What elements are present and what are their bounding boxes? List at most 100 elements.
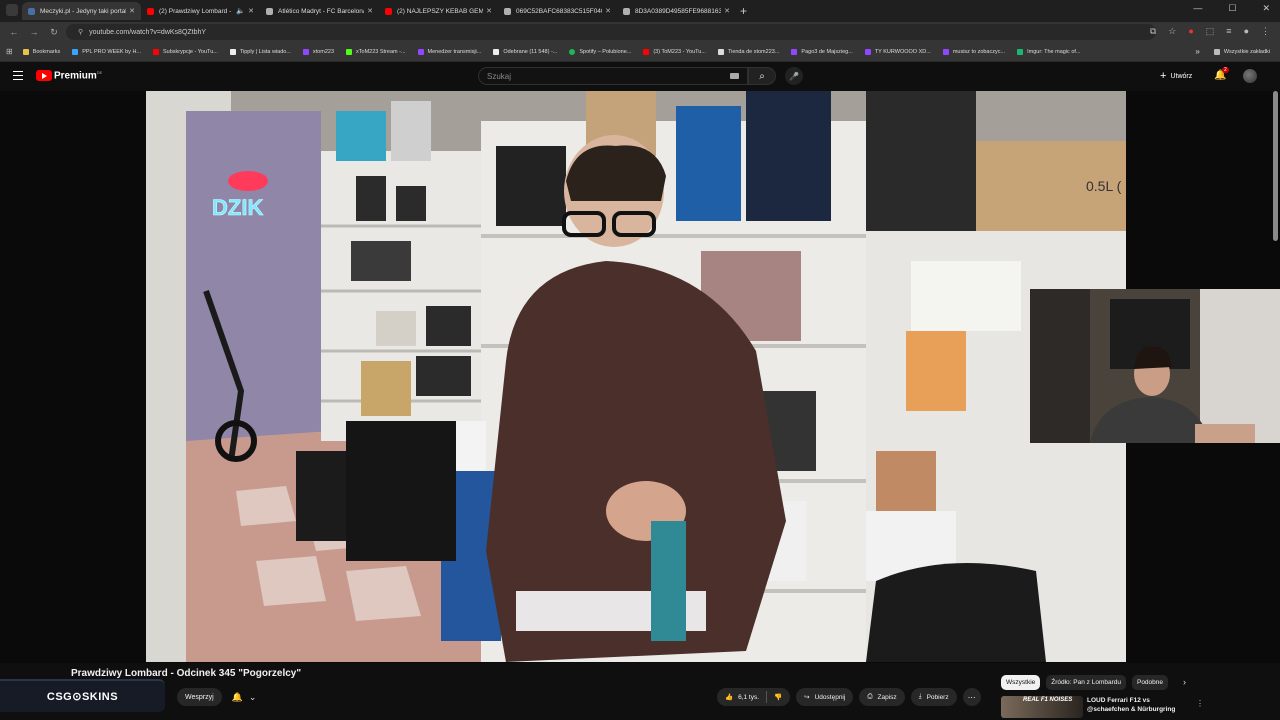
like-count: 6,1 tys. (738, 693, 760, 701)
neon-sign-text: DZIK (212, 195, 263, 220)
bookmark-item[interactable]: PPL PRO WEEK by H... (72, 48, 141, 55)
bookmarks-bar: ⊞ Bookmarks PPL PRO WEEK by H... Subskry… (0, 42, 1280, 62)
support-button[interactable]: Wesprzyj (177, 688, 222, 706)
related-filter-chips: Wszystkie Źródło: Pan z Lombardu Podobne (1001, 675, 1169, 690)
recommended-video[interactable]: REAL F1 NOISES LOUD Ferrari F12 vs @scha… (1001, 694, 1280, 718)
search-button[interactable]: ⌕ (748, 67, 776, 85)
youtube-logo-icon[interactable] (36, 70, 52, 81)
extensions-puzzle-icon[interactable]: ⬚ (1206, 26, 1215, 37)
bookmark-item[interactable]: Pago3 de Majszieg... (791, 48, 853, 55)
bookmark-item[interactable]: Imgur: The magic of... (1017, 48, 1081, 55)
notifications-toggle[interactable]: 🔔 ⌄ (228, 688, 260, 706)
menu-icon[interactable] (13, 71, 23, 80)
forward-icon[interactable]: → (28, 27, 40, 37)
tab-favicon-icon (28, 7, 35, 15)
tab-title: 8D3A0389D49585FE96881638 (635, 7, 722, 15)
site-info-icon[interactable]: ⚲ (78, 28, 83, 36)
url-field[interactable]: ⚲ youtube.com/watch?v=dwKs8QZtbhY (66, 24, 1156, 40)
maximize-icon[interactable]: ☐ (1228, 3, 1236, 14)
region-code: DE (96, 70, 103, 75)
save-button[interactable]: ⎙ Zapisz (859, 688, 905, 706)
close-tab-icon[interactable]: ✕ (486, 7, 492, 15)
bookmark-favicon-icon (153, 48, 160, 55)
mute-tab-icon[interactable]: 🔈 (236, 7, 245, 15)
bookmark-favicon-icon (864, 48, 871, 55)
bookmark-item[interactable]: musisz to zobaczyc... (942, 48, 1005, 55)
thumbs-down-icon[interactable]: 👎 (774, 693, 782, 701)
bookmark-item[interactable]: (3) ToM223 - YouTu... (643, 48, 706, 55)
video-frame[interactable]: DZIK 0.5L ( (146, 91, 1126, 662)
more-actions-button[interactable]: ⋯ (962, 688, 981, 706)
share-icon: ↪ (804, 694, 810, 701)
minimize-icon[interactable]: — (1193, 3, 1202, 14)
apps-grid-icon[interactable]: ⊞ (6, 47, 13, 56)
bookmark-star-icon[interactable]: ☆ (1168, 26, 1176, 37)
bookmark-favicon-icon (493, 48, 500, 55)
close-tab-icon[interactable]: ✕ (367, 7, 373, 15)
bookmark-item[interactable]: Tienda de xtom223... (717, 48, 779, 55)
profile-icon[interactable]: ● (1244, 26, 1249, 37)
close-tab-icon[interactable]: ✕ (724, 7, 730, 15)
browser-menu-icon[interactable]: ⋮ (1261, 26, 1270, 37)
bookmark-item[interactable]: Bookmarks (22, 48, 60, 55)
chevron-right-icon[interactable]: › (1183, 677, 1186, 687)
like-button[interactable]: 👍 6,1 tys. 👎 (717, 688, 791, 706)
media-control-icon[interactable]: ≡ (1226, 26, 1231, 37)
share-button[interactable]: ↪ Udostępnij (796, 688, 854, 706)
folder-icon (1213, 48, 1220, 55)
bookmark-favicon-icon (22, 48, 29, 55)
browser-tab[interactable]: (2) Prawdziwy Lombard - O 🔈 ✕ (141, 2, 260, 20)
keyboard-icon[interactable] (730, 73, 739, 79)
chip-source[interactable]: Źródło: Pan z Lombardu (1046, 675, 1126, 690)
page-scrollbar[interactable] (1273, 91, 1278, 241)
avatar[interactable] (1243, 69, 1257, 83)
bookmark-item[interactable]: xToM223 Stream -... (346, 48, 406, 55)
search-input[interactable]: Szukaj (478, 67, 748, 85)
search-icon: ⌕ (759, 70, 765, 82)
all-bookmarks-folder[interactable]: Wszystkie zakładki (1213, 48, 1270, 55)
browser-tab[interactable]: Atlético Madryt - FC Barcelona ✕ (260, 2, 379, 20)
recommended-video-title[interactable]: LOUD Ferrari F12 vs @schaefchen & Nürbur… (1087, 696, 1187, 714)
bookmark-item[interactable]: Tipply | Lista wiado... (229, 48, 291, 55)
tab-title: 069C52BAFC68383C515F04028 (516, 7, 602, 15)
toolbar-extensions: ⧉ ☆ ● ⬚ ≡ ● ⋮ (1150, 26, 1270, 37)
webcam-scene (1030, 289, 1280, 443)
more-bookmarks-icon[interactable]: » (1195, 47, 1199, 56)
more-vertical-icon[interactable]: ⋮ (1196, 699, 1204, 708)
close-window-icon[interactable]: ✕ (1262, 3, 1270, 14)
chip-similar[interactable]: Podobne (1131, 675, 1169, 690)
bell-icon: 🔔 (231, 691, 243, 702)
reload-icon[interactable]: ↻ (48, 27, 60, 38)
tab-search-icon[interactable] (6, 4, 18, 16)
browser-tab[interactable]: 069C52BAFC68383C515F04028 ✕ (498, 2, 617, 20)
bookmark-favicon-icon (417, 48, 424, 55)
extension-icon[interactable]: ● (1188, 26, 1193, 37)
voice-search-button[interactable]: 🎤 (785, 67, 803, 85)
create-button[interactable]: + Utwórz (1160, 69, 1192, 83)
more-horizontal-icon: ⋯ (967, 692, 976, 702)
install-app-icon[interactable]: ⧉ (1150, 26, 1156, 37)
download-button[interactable]: ⤓ Pobierz (910, 688, 957, 706)
video-actions: 👍 6,1 tys. 👎 ↪ Udostępnij ⎙ Zapisz ⤓ Pob… (717, 688, 981, 706)
close-tab-icon[interactable]: ✕ (248, 7, 254, 15)
browser-tab[interactable]: (2) NAJLEPSZY KEBAB GEMÜSE ✕ (379, 2, 498, 20)
bookmark-item[interactable]: xtom223 (302, 48, 334, 55)
streamer-webcam-overlay (1030, 289, 1280, 443)
video-thumbnail[interactable]: REAL F1 NOISES (1001, 696, 1083, 718)
close-tab-icon[interactable]: ✕ (605, 7, 611, 15)
bookmark-item[interactable]: TY KURWOOOO XD... (864, 48, 931, 55)
url-text: youtube.com/watch?v=dwKs8QZtbhY (89, 28, 207, 36)
back-icon[interactable]: ← (8, 27, 20, 37)
youtube-premium-logo[interactable]: PremiumDE (54, 70, 102, 81)
browser-tab[interactable]: 8D3A0389D49585FE96881638 ✕ (617, 2, 736, 20)
chip-all[interactable]: Wszystkie (1001, 675, 1041, 690)
bookmark-item[interactable]: Spotify – Polubione... (569, 48, 631, 55)
bookmark-item[interactable]: Odebrane (11 548) -... (493, 48, 557, 55)
browser-tab[interactable]: Meczyki.pl - Jedyny taki portal ✕ (22, 2, 141, 20)
bookmark-item[interactable]: Menedżer transmisji... (417, 48, 481, 55)
new-tab-icon[interactable]: + (740, 4, 747, 18)
close-tab-icon[interactable]: ✕ (129, 7, 135, 15)
bookmark-item[interactable]: Subskrypcje - YouTu... (153, 48, 218, 55)
sponsor-overlay-logo[interactable]: CSG⊙SKINS (0, 679, 165, 712)
video-player[interactable]: DZIK 0.5L ( (0, 91, 1280, 663)
